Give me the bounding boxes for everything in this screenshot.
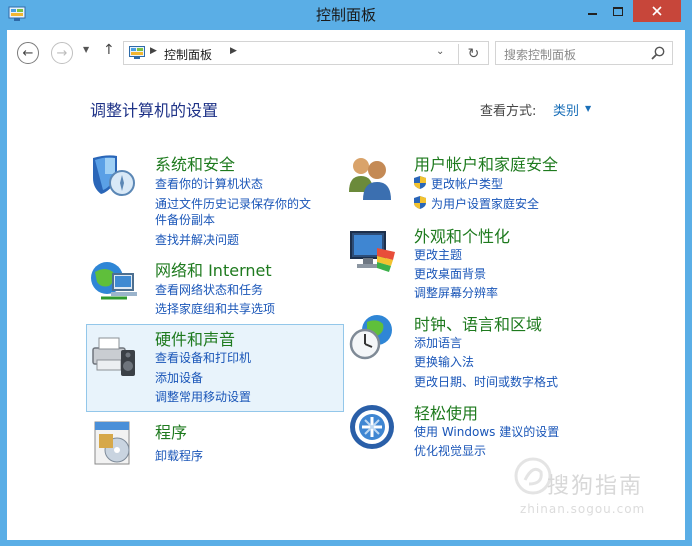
appearance-title[interactable]: 外观和个性化 — [414, 223, 510, 247]
client-area: ← → ▼ ↑ ▶ 控制面板 ▶ ⌄ ↻ 搜索控制面板 调整计算机的设置 查看方… — [7, 30, 685, 540]
breadcrumb-control-panel[interactable]: 控制面板 — [164, 46, 212, 63]
search-placeholder: 搜索控制面板 — [504, 48, 577, 62]
caret-down-icon[interactable]: ▼ — [585, 104, 591, 113]
close-button[interactable] — [633, 0, 681, 22]
navigation-bar: ← → ▼ ↑ ▶ 控制面板 ▶ ⌄ ↻ 搜索控制面板 — [7, 30, 685, 74]
refresh-button[interactable]: ↻ — [458, 44, 488, 64]
link-change-theme[interactable]: 更改主题 — [414, 246, 462, 263]
view-by-label: 查看方式: — [480, 104, 537, 119]
printer-speaker-icon[interactable] — [89, 330, 139, 380]
link-recommended-settings[interactable]: 使用 Windows 建议的设置 — [414, 423, 559, 440]
view-by-dropdown[interactable]: 类别 — [553, 100, 579, 119]
minimize-button[interactable] — [579, 0, 605, 22]
link-homegroup[interactable]: 选择家庭组和共享选项 — [155, 300, 275, 317]
title-bar[interactable]: 控制面板 — [0, 0, 692, 30]
breadcrumb-chevron-icon[interactable]: ▶ — [150, 46, 157, 56]
breadcrumb-chevron-icon[interactable]: ▶ — [230, 46, 237, 56]
watermark-url: zhinan.sogou.com — [520, 502, 646, 516]
search-icon[interactable] — [650, 45, 666, 61]
appearance-monitor-icon[interactable] — [347, 226, 397, 276]
address-history-dropdown[interactable]: ⌄ — [436, 46, 444, 57]
arrow-right-icon: → — [56, 45, 68, 61]
link-file-history-cont[interactable]: 件备份副本 — [155, 211, 215, 228]
network-title[interactable]: 网络和 Internet — [155, 257, 272, 281]
users-icon[interactable] — [345, 152, 395, 202]
arrow-up-icon: ↑ — [103, 42, 115, 58]
forward-button[interactable]: → — [51, 42, 73, 64]
back-button[interactable]: ← — [17, 42, 39, 64]
link-date-time-format[interactable]: 更改日期、时间或数字格式 — [414, 373, 558, 390]
maximize-icon — [613, 6, 623, 16]
watermark-text: 搜狗指南 — [547, 474, 644, 499]
link-change-account-type[interactable]: 更改帐户类型 — [431, 175, 503, 192]
user-accounts-title[interactable]: 用户帐户和家庭安全 — [414, 151, 558, 175]
minimize-icon — [587, 13, 597, 15]
up-button[interactable]: ↑ — [103, 42, 115, 58]
link-change-input-method[interactable]: 更换输入法 — [414, 353, 474, 370]
close-icon — [652, 6, 662, 16]
programs-icon[interactable] — [91, 418, 141, 468]
arrow-left-icon: ← — [22, 45, 34, 61]
programs-title[interactable]: 程序 — [155, 419, 187, 443]
uac-shield-icon — [414, 196, 426, 209]
network-globe-icon[interactable] — [87, 256, 137, 306]
link-troubleshoot[interactable]: 查找并解决问题 — [155, 231, 239, 248]
ease-of-access-icon[interactable] — [347, 402, 397, 452]
control-panel-window: 控制面板 ← → ▼ ↑ ▶ 控制面板 ▶ ⌄ ↻ 搜索控制面板 调整计算机的设… — [0, 0, 692, 546]
refresh-icon: ↻ — [467, 46, 480, 62]
link-add-device[interactable]: 添加设备 — [155, 369, 203, 386]
security-shield-icon[interactable] — [87, 150, 137, 200]
link-uninstall-program[interactable]: 卸载程序 — [155, 447, 203, 464]
search-box[interactable]: 搜索控制面板 — [495, 41, 673, 65]
link-family-safety[interactable]: 为用户设置家庭安全 — [431, 195, 539, 212]
recent-locations-dropdown[interactable]: ▼ — [83, 45, 89, 54]
uac-shield-icon — [414, 176, 426, 189]
hardware-title[interactable]: 硬件和声音 — [155, 326, 235, 350]
ease-of-access-title[interactable]: 轻松使用 — [414, 400, 478, 424]
link-desktop-background[interactable]: 更改桌面背景 — [414, 265, 486, 282]
page-heading: 调整计算机的设置 — [90, 101, 219, 120]
link-mobility-settings[interactable]: 调整常用移动设置 — [155, 388, 251, 405]
link-optimize-display[interactable]: 优化视觉显示 — [414, 442, 486, 459]
link-network-status[interactable]: 查看网络状态和任务 — [155, 281, 263, 298]
maximize-button[interactable] — [605, 0, 631, 22]
control-panel-icon — [129, 46, 145, 59]
clock-region-title[interactable]: 时钟、语言和区域 — [414, 311, 542, 335]
link-file-history[interactable]: 通过文件历史记录保存你的文 — [155, 195, 311, 212]
system-security-title[interactable]: 系统和安全 — [155, 151, 235, 175]
address-bar[interactable]: ▶ 控制面板 ▶ ⌄ ↻ — [123, 41, 489, 65]
link-view-computer-status[interactable]: 查看你的计算机状态 — [155, 175, 263, 192]
link-screen-resolution[interactable]: 调整屏幕分辨率 — [414, 284, 498, 301]
clock-globe-icon[interactable] — [347, 312, 397, 362]
link-add-language[interactable]: 添加语言 — [414, 334, 462, 351]
link-devices-printers[interactable]: 查看设备和打印机 — [155, 349, 251, 366]
